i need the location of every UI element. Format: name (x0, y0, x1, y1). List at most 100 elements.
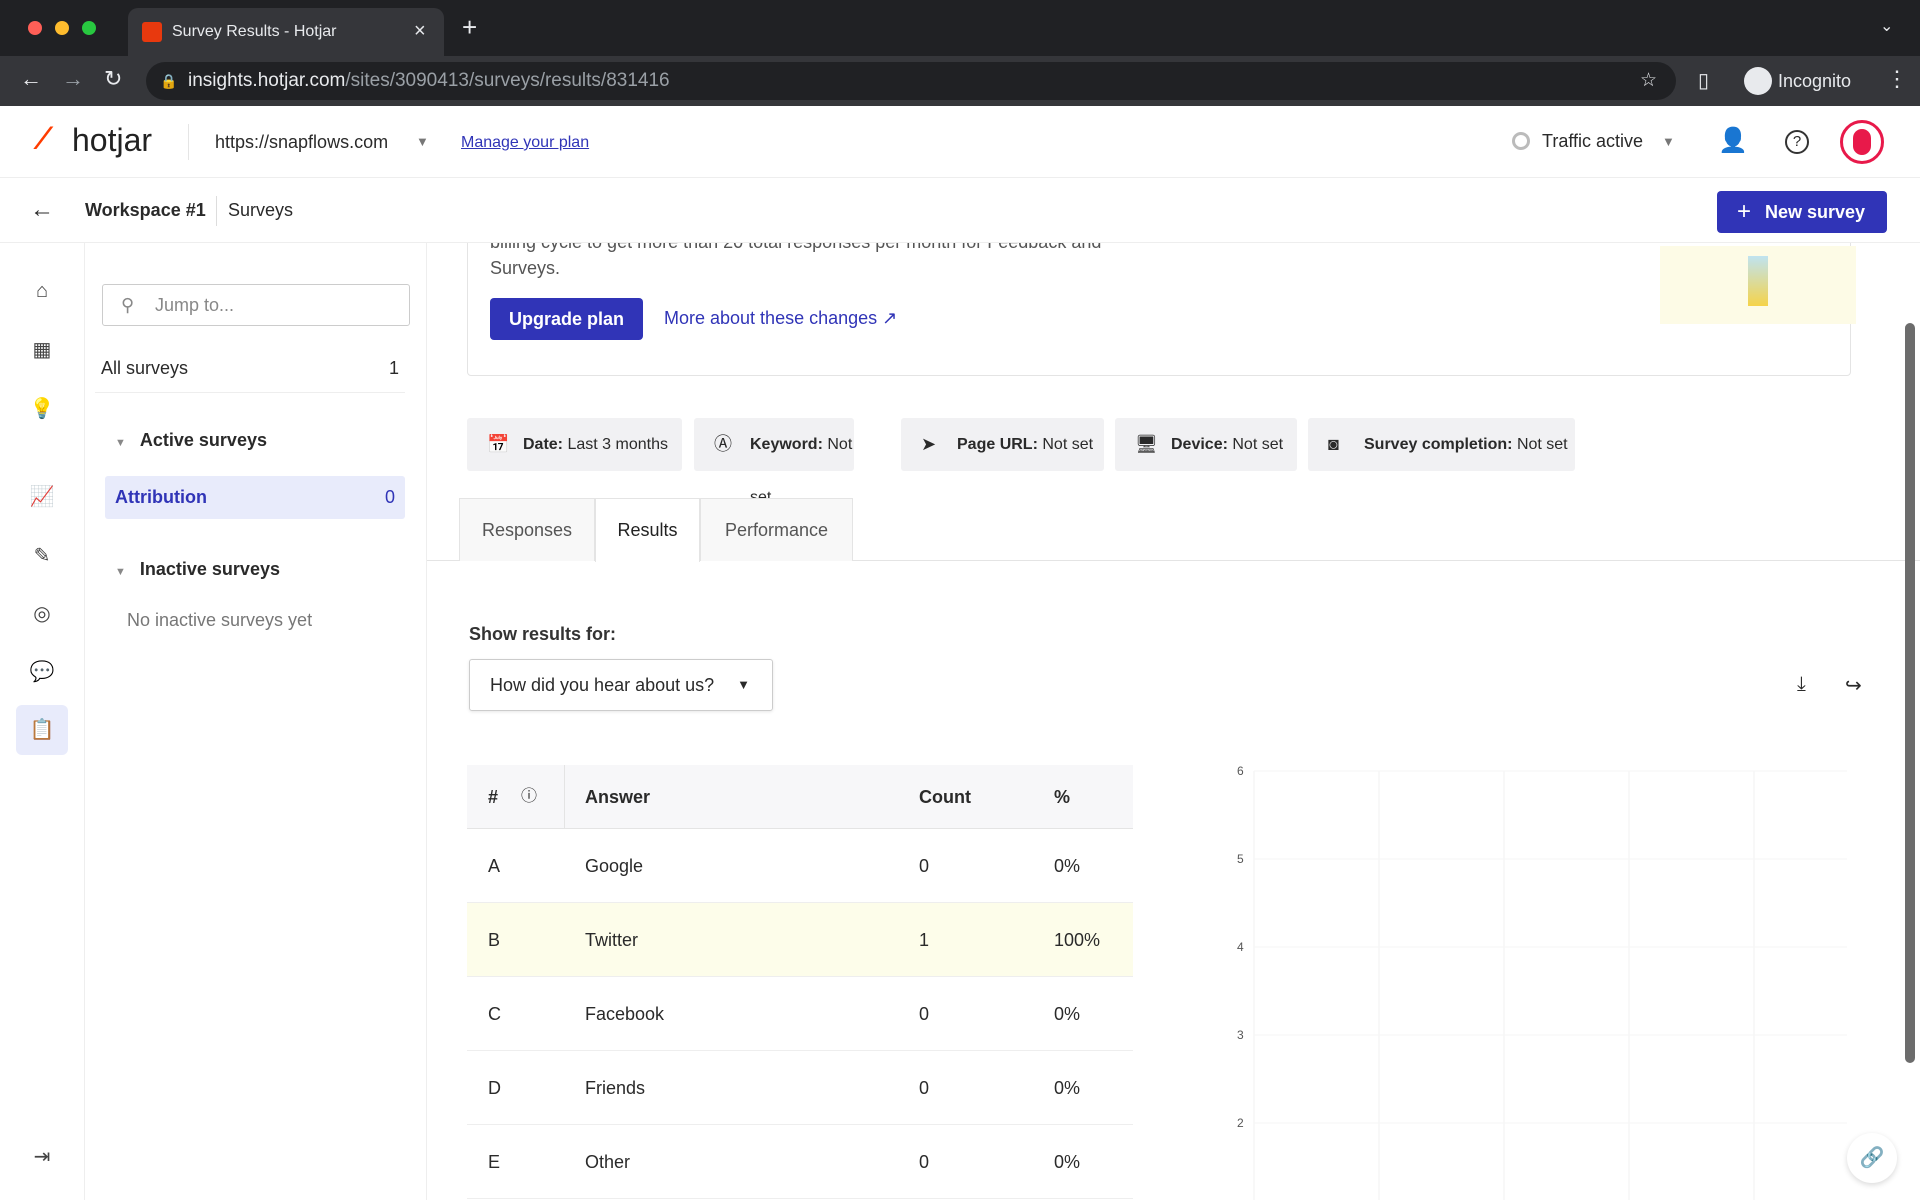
cell-answer: Friends (585, 1078, 646, 1098)
invite-user-icon[interactable]: 👤 (1718, 126, 1748, 155)
navigation-arrow-icon: ➤ (921, 434, 937, 454)
inactive-surveys-toggle[interactable]: ▼ Inactive surveys (115, 559, 280, 580)
hotjar-favicon-icon (142, 22, 162, 42)
help-icon[interactable]: ? (1785, 130, 1809, 154)
cell-count: 0 (919, 1152, 930, 1172)
table-row[interactable]: A Google 0 0% (467, 829, 1133, 903)
feedback-icon[interactable]: 💬 (24, 654, 60, 690)
caret-down-icon[interactable]: ▼ (1662, 134, 1675, 149)
survey-item-attribution[interactable]: Attribution 0 (105, 476, 405, 519)
all-surveys-label: All surveys (101, 358, 189, 378)
active-surveys-toggle[interactable]: ▼ Active surveys (115, 430, 267, 451)
cell-id: E (488, 1152, 501, 1172)
cell-id: B (488, 930, 501, 950)
browser-tab[interactable]: Survey Results - Hotjar × (128, 8, 444, 56)
caret-down-icon: ▼ (115, 566, 126, 578)
logo[interactable]: hotjar (72, 122, 152, 159)
cell-pct: 0% (1054, 1152, 1081, 1172)
download-icon[interactable]: ⤓ (1797, 673, 1806, 696)
external-link-icon: ↗ (882, 308, 898, 328)
breadcrumb-workspace[interactable]: Workspace #1 (85, 200, 206, 221)
y-tick-label: 6 (1237, 764, 1244, 778)
filter-device[interactable]: 🖥 Device: Not set (1115, 418, 1297, 471)
collapse-sidebar-icon[interactable]: ⇥ (24, 1139, 60, 1175)
y-tick-label: 3 (1237, 1028, 1244, 1042)
tab-results[interactable]: Results (595, 498, 700, 562)
banner-illustration (1660, 246, 1856, 324)
question-select[interactable]: How did you hear about us? ▼ (469, 659, 773, 711)
side-panel-icon[interactable]: ▯ (1698, 68, 1709, 93)
reload-icon[interactable]: ↻ (104, 66, 122, 92)
cell-pct: 0% (1054, 856, 1081, 876)
cell-id: C (488, 1004, 501, 1024)
url-host: insights.hotjar.com (188, 70, 346, 91)
incognito-icon (1744, 67, 1772, 95)
new-tab-button[interactable]: + (462, 12, 477, 43)
manage-plan-link[interactable]: Manage your plan (461, 134, 589, 152)
recordings-icon[interactable]: ◎ (24, 596, 60, 632)
caret-down-icon[interactable]: ▼ (416, 134, 429, 149)
survey-label: Attribution (115, 487, 207, 507)
close-tab-icon[interactable]: × (414, 20, 426, 43)
new-survey-button[interactable]: + New survey (1717, 191, 1887, 233)
share-icon[interactable]: ↪ (1845, 673, 1862, 698)
scrollbar[interactable] (1905, 323, 1915, 1063)
traffic-status[interactable]: Traffic active (1542, 131, 1643, 152)
breadcrumb-surveys[interactable]: Surveys (228, 200, 293, 221)
tab-performance[interactable]: Performance (700, 498, 853, 561)
cell-count: 1 (919, 930, 930, 950)
col-count[interactable]: Count (919, 765, 971, 829)
jump-to-input[interactable]: ⚲ Jump to... (102, 284, 410, 326)
tab-list-chevron-icon[interactable]: ⌄ (1880, 16, 1893, 36)
back-arrow-icon[interactable]: ← (30, 196, 54, 224)
breadcrumb: ← Workspace #1 Surveys + New survey (0, 178, 1920, 243)
filter-date[interactable]: 📅 Date: Last 3 months (467, 418, 682, 471)
table-row[interactable]: C Facebook 0 0% (467, 977, 1133, 1051)
cell-pct: 0% (1054, 1004, 1081, 1024)
heatmaps-icon[interactable]: ✎ (24, 538, 60, 574)
avatar[interactable] (1840, 120, 1884, 164)
table-row[interactable]: B Twitter 1 100% (467, 903, 1133, 977)
filter-page-url[interactable]: ➤ Page URL: Not set (901, 418, 1104, 471)
incognito-label: Incognito (1778, 71, 1852, 91)
col-id[interactable]: # (488, 765, 498, 829)
sort-icon[interactable]: ⓘ (521, 765, 537, 829)
caret-down-icon: ▼ (737, 677, 750, 692)
table-row[interactable]: D Friends 0 0% (467, 1051, 1133, 1125)
col-pct[interactable]: % (1054, 765, 1070, 829)
cell-answer: Facebook (585, 1004, 665, 1024)
close-window-button[interactable] (28, 21, 42, 35)
site-selector[interactable]: https://snapflows.com (215, 132, 388, 153)
col-answer[interactable]: Answer (585, 765, 650, 829)
maximize-window-button[interactable] (82, 21, 96, 35)
filter-keyword[interactable]: ⒶKeyword: Not set (694, 418, 854, 506)
inactive-empty-text: No inactive surveys yet (127, 610, 313, 630)
plus-icon: + (1737, 198, 1752, 225)
forward-icon[interactable]: → (62, 66, 84, 92)
copy-link-button[interactable]: 🔗 (1847, 1133, 1897, 1183)
minimize-window-button[interactable] (55, 21, 69, 35)
show-results-label: Show results for: (469, 624, 617, 644)
lightbulb-icon[interactable]: 💡 (24, 391, 60, 427)
all-surveys-item[interactable]: All surveys 1 (95, 343, 405, 393)
browser-menu-icon[interactable]: ⋮ (1886, 66, 1908, 92)
bookmark-star-icon[interactable]: ☆ (1640, 62, 1657, 100)
filter-survey-completion[interactable]: ◙ Survey completion: Not set (1308, 418, 1575, 471)
active-heading: Active surveys (139, 430, 267, 450)
dashboard-icon[interactable]: ▦ (24, 332, 60, 368)
hotjar-logo-icon: ⁄ (40, 120, 46, 156)
trends-icon[interactable]: 📈 (24, 479, 60, 515)
all-surveys-count: 1 (388, 358, 399, 378)
home-icon[interactable]: ⌂ (24, 273, 60, 309)
url-input[interactable]: 🔒 insights.hotjar.com/sites/3090413/surv… (146, 62, 1676, 100)
address-bar: ← → ↻ 🔒 insights.hotjar.com/sites/309041… (0, 56, 1920, 106)
upgrade-plan-button[interactable]: Upgrade plan (490, 298, 643, 340)
tab-responses[interactable]: Responses (459, 498, 595, 561)
more-about-changes-link[interactable]: More about these changes ↗ (664, 308, 897, 329)
completion-icon: ◙ (1328, 434, 1339, 454)
back-icon[interactable]: ← (20, 66, 42, 92)
table-header: # ⓘ Answer Count % (467, 765, 1133, 829)
surveys-icon[interactable]: 📋 (16, 705, 68, 755)
keyword-icon: Ⓐ (714, 434, 732, 454)
table-row[interactable]: E Other 0 0% (467, 1125, 1133, 1199)
